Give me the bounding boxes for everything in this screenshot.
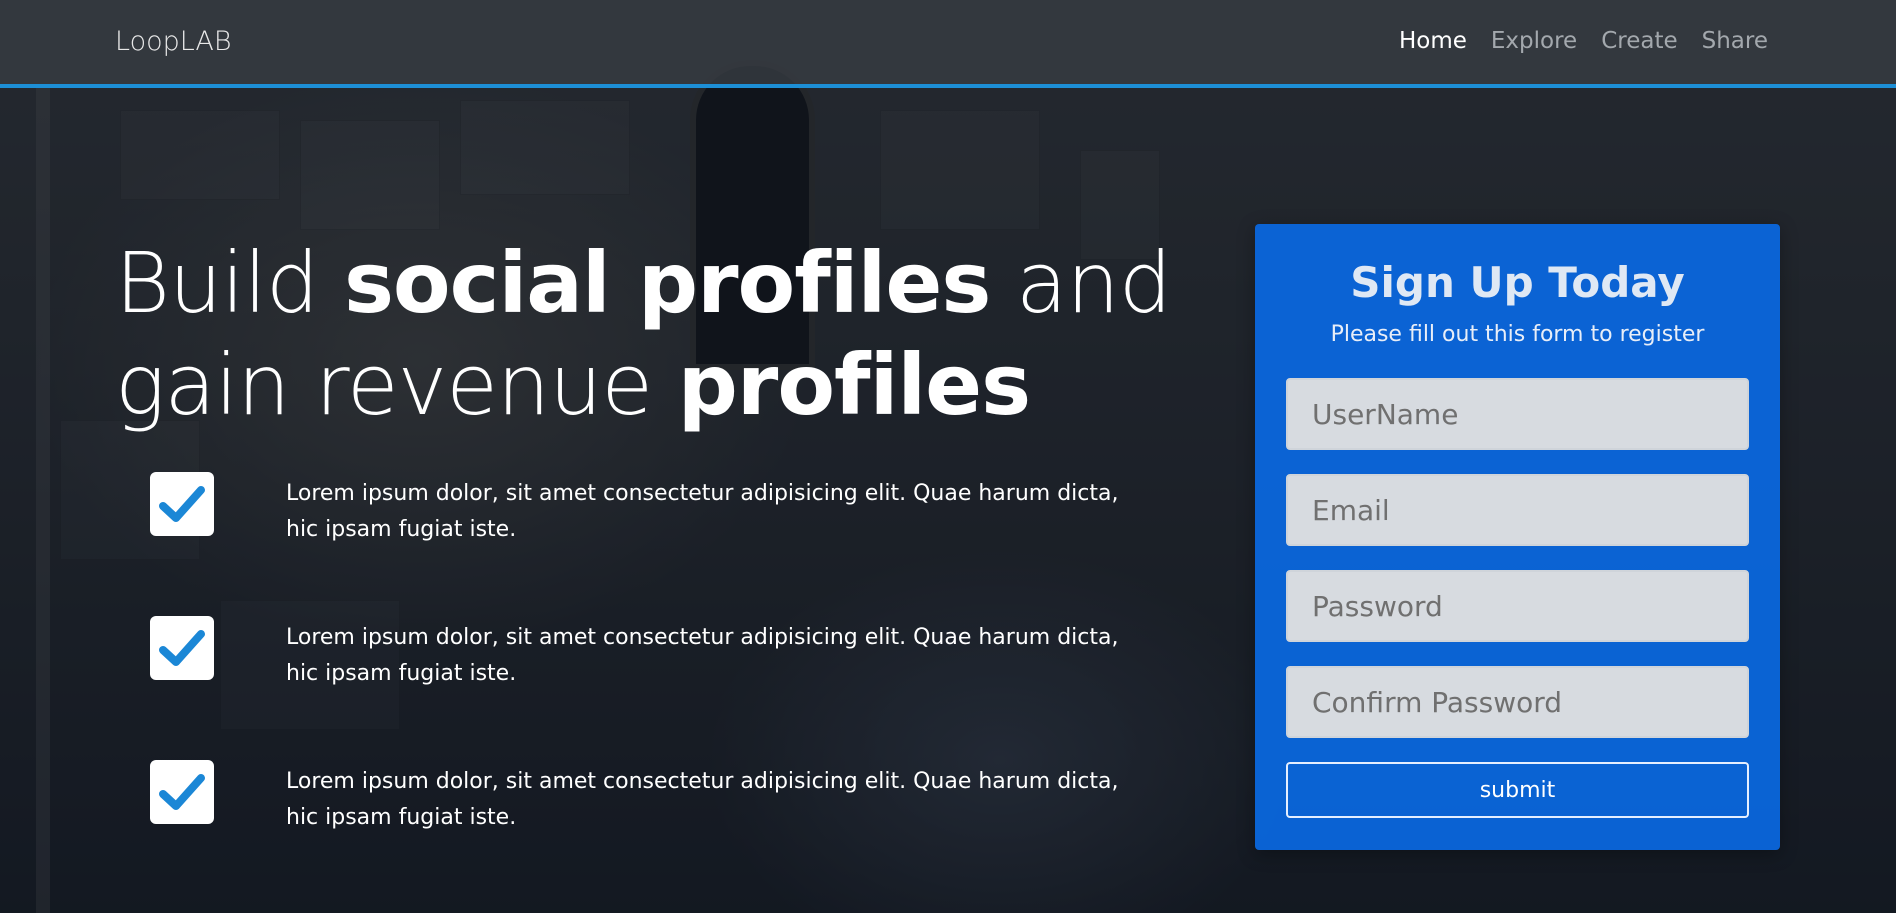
feature-text: Lorem ipsum dolor, sit amet consectetur … [286,769,1119,830]
signup-card: Sign Up Today Please fill out this form … [1255,224,1780,850]
password-input[interactable] [1286,570,1749,642]
nav-link-home[interactable]: Home [1399,28,1467,54]
hero-title-bold: profiles [677,336,1031,434]
hero-title: Build social profiles and gain revenue p… [115,232,1195,436]
username-input[interactable] [1286,378,1749,450]
nav-links: Home Explore Create Share [1399,28,1768,54]
submit-button[interactable]: submit [1286,762,1749,818]
check-icon [159,486,205,522]
email-input[interactable] [1286,474,1749,546]
checkbox-badge [150,616,214,680]
signup-title: Sign Up Today [1350,258,1685,307]
hero-title-part: Build [115,234,344,332]
nav-link-explore[interactable]: Explore [1491,28,1577,54]
hero-title-bold: social profiles [343,234,991,332]
navbar: LoopLAB Home Explore Create Share [0,0,1896,88]
confirm-password-input[interactable] [1286,666,1749,738]
check-icon [159,774,205,810]
signup-subtitle: Please fill out this form to register [1330,322,1705,347]
checkbox-badge [150,760,214,824]
feature-item: Lorem ipsum dolor, sit amet consectetur … [150,616,1130,696]
feature-item: Lorem ipsum dolor, sit amet consectetur … [150,760,1130,840]
checkbox-badge [150,472,214,536]
check-icon [159,630,205,666]
feature-item: Lorem ipsum dolor, sit amet consectetur … [150,472,1130,552]
nav-link-share[interactable]: Share [1702,28,1768,54]
brand-logo[interactable]: LoopLAB [115,26,232,57]
feature-text: Lorem ipsum dolor, sit amet consectetur … [286,481,1119,542]
nav-link-create[interactable]: Create [1601,28,1677,54]
feature-text: Lorem ipsum dolor, sit amet consectetur … [286,625,1119,686]
